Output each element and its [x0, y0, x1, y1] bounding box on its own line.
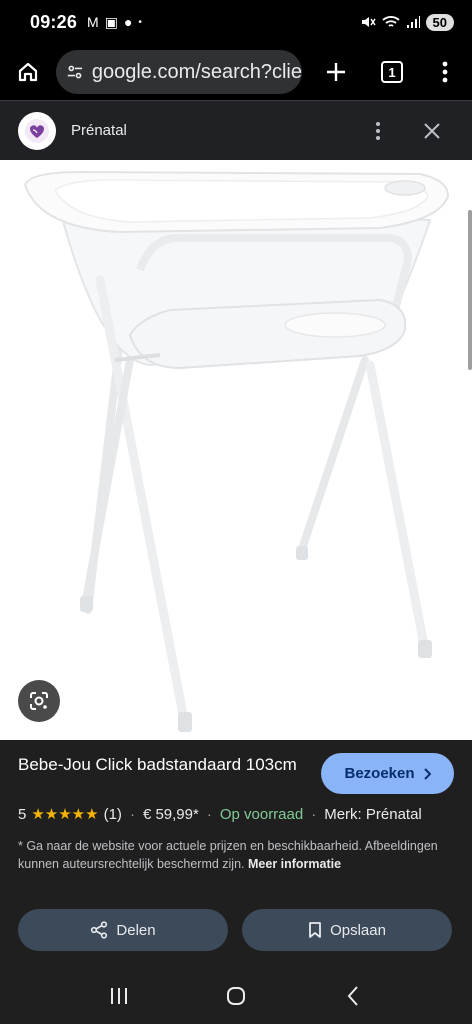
visit-button-label: Bezoeken	[344, 765, 415, 782]
home-button[interactable]	[0, 44, 56, 100]
save-label: Opslaan	[330, 921, 386, 939]
separator-dot: ·	[129, 805, 135, 823]
back-icon	[347, 986, 359, 1006]
status-bar: 09:26 M ▣ ● • 50	[0, 0, 472, 44]
visit-button[interactable]: Bezoeken	[321, 753, 454, 794]
disclaimer-text: * Ga naar de website voor actuele prijze…	[18, 839, 438, 871]
back-button[interactable]	[333, 976, 373, 1016]
gmail-icon: M	[87, 14, 99, 30]
home-nav-button[interactable]	[216, 976, 256, 1016]
more-notifications-icon: •	[138, 16, 142, 28]
new-tab-button[interactable]	[308, 44, 364, 100]
sheet-more-button[interactable]	[366, 119, 390, 143]
recent-apps-icon	[110, 988, 127, 1004]
separator-dot: ·	[311, 805, 317, 823]
system-nav-bar	[0, 968, 472, 1024]
more-info-link[interactable]: Meer informatie	[248, 857, 341, 871]
browser-toolbar: google.com/search?clie 1	[0, 44, 472, 100]
bookmark-icon	[309, 922, 321, 938]
tab-switcher-button[interactable]: 1	[364, 44, 420, 100]
home-circle-icon	[226, 987, 245, 1005]
save-button[interactable]: Opslaan	[242, 909, 452, 951]
mute-icon	[361, 17, 376, 27]
google-lens-button[interactable]	[18, 680, 60, 722]
site-logo	[18, 111, 56, 150]
price: € 59,99*	[142, 805, 199, 823]
more-vertical-icon	[442, 61, 448, 83]
notification-icons: M ▣ ● •	[87, 14, 142, 31]
recent-apps-button[interactable]	[99, 976, 139, 1016]
disclaimer: * Ga naar de website voor actuele prijze…	[18, 837, 448, 873]
share-label: Delen	[116, 921, 156, 939]
battery-level: 50	[425, 13, 454, 31]
separator-dot: ·	[206, 805, 212, 823]
address-bar[interactable]: google.com/search?clie	[56, 50, 302, 94]
wifi-icon	[381, 16, 400, 27]
product-title: Bebe-Jou Click badstandaard 103cm	[18, 755, 297, 774]
close-button[interactable]	[420, 119, 444, 143]
app-notification-icon: ●	[123, 14, 133, 30]
rating-value: 5	[18, 805, 27, 823]
browser-menu-button[interactable]	[420, 44, 470, 100]
home-icon	[18, 62, 38, 82]
site-name[interactable]: Prénatal	[71, 122, 127, 139]
signal-icon	[406, 16, 420, 28]
product-info: Bebe-Jou Click badstandaard 103cm Bezoek…	[0, 740, 472, 980]
status-time: 09:26	[30, 11, 78, 32]
review-count: (1)	[103, 805, 122, 823]
share-icon	[91, 921, 108, 939]
scrollbar[interactable]	[468, 210, 472, 370]
chevron-right-icon	[423, 767, 431, 780]
site-settings-icon[interactable]	[66, 62, 84, 82]
url-text[interactable]: google.com/search?clie	[92, 61, 302, 84]
star-rating-icon: ★★★★★	[31, 806, 99, 823]
screenshot-icon: ▣	[104, 13, 118, 30]
more-vertical-icon	[376, 122, 380, 140]
brand: Merk: Prénatal	[324, 805, 422, 823]
product-image[interactable]	[0, 160, 472, 740]
tab-count: 1	[381, 61, 403, 83]
lens-icon	[30, 692, 48, 710]
baby-bath-stand-image	[23, 170, 450, 732]
plus-icon	[327, 63, 345, 81]
result-sheet-header: Prénatal	[0, 100, 472, 160]
availability: Op voorraad	[219, 805, 304, 823]
share-button[interactable]: Delen	[18, 909, 228, 951]
product-meta: 5 ★★★★★ (1) · € 59,99* · Op voorraad · M…	[18, 805, 422, 824]
close-icon	[424, 123, 440, 139]
heart-logo-icon	[25, 118, 49, 143]
